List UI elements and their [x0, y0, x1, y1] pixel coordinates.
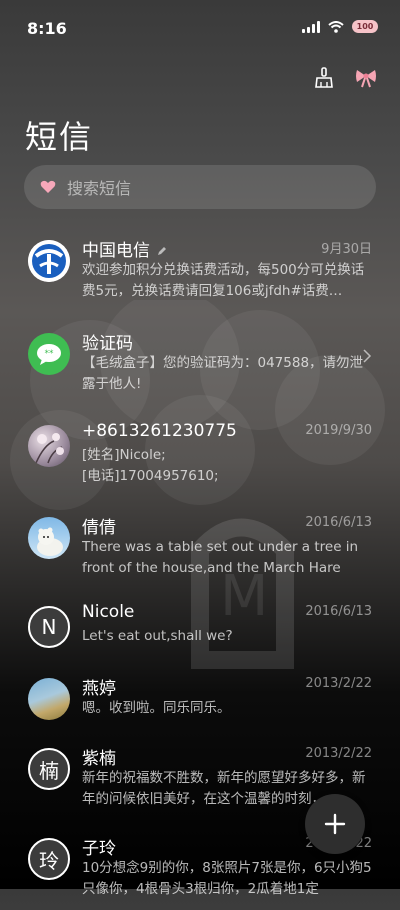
message-preview: [姓名]Nicole; [电话]17004957610; [82, 447, 219, 484]
message-date: 9月30日 [321, 242, 372, 257]
status-time: 8:16 [27, 19, 67, 38]
broom-icon[interactable] [310, 64, 338, 92]
contact-name: 紫楠 [82, 749, 116, 769]
contact-name: +8613261230775 [82, 421, 237, 441]
message-preview: 嗯。收到啦。同乐同乐。 [82, 700, 231, 716]
polar-bear-photo-avatar [28, 517, 70, 559]
new-message-button[interactable] [305, 794, 365, 854]
svg-text:**: ** [45, 349, 55, 359]
contact-name: 中国电信 [82, 236, 167, 261]
message-date: 2013/2/22 [305, 746, 372, 761]
message-date: 2016/6/13 [305, 604, 372, 619]
message-date: 2019/9/30 [305, 423, 372, 438]
page-title: 短信 [25, 118, 94, 156]
contact-name: Nicole [82, 602, 135, 622]
landscape-photo-avatar [28, 678, 70, 720]
search-placeholder: 搜索短信 [67, 179, 132, 198]
plus-icon [324, 813, 346, 835]
top-actions [310, 64, 380, 92]
conversation-row[interactable]: +8613261230775 2019/9/30 [姓名]Nicole; [电话… [0, 421, 400, 497]
message-preview: There was a table set out under a tree i… [82, 539, 359, 576]
contact-name: 燕婷 [82, 679, 116, 699]
blossom-photo-avatar [28, 425, 70, 467]
contact-name: 子玲 [82, 839, 116, 859]
contact-name: 验证码 [82, 334, 133, 354]
message-date: 2013/2/22 [305, 676, 372, 691]
status-icons: 100 [302, 20, 378, 33]
signal-icon [302, 20, 320, 33]
conversation-row[interactable]: 燕婷 2013/2/22 嗯。收到啦。同乐同乐。 [0, 674, 400, 750]
battery-indicator: 100 [352, 20, 378, 33]
letter-avatar: 楠 [28, 748, 70, 790]
message-preview: 10分想念9别的你，8张照片7张是你，6只小狗5只像你，4根骨头3根归你，2瓜着… [82, 860, 372, 897]
bow-icon[interactable] [352, 64, 380, 92]
letter-avatar: N [28, 606, 70, 648]
pencil-icon [158, 247, 167, 255]
message-date: 2016/6/13 [305, 515, 372, 530]
telecom-logo-avatar [28, 240, 70, 282]
message-preview: 【毛绒盒子】您的验证码为：047588，请勿泄露于他人! [82, 355, 364, 392]
message-preview: Let's eat out,shall we? [82, 628, 233, 644]
search-bar[interactable]: 搜索短信 [24, 165, 376, 209]
conversation-row[interactable]: N Nicole 2016/6/13 Let's eat out,shall w… [0, 602, 400, 678]
wifi-icon [328, 20, 344, 33]
heart-icon [40, 180, 56, 193]
conversation-row[interactable]: 中国电信 9月30日 欢迎参加积分兑换话费活动，每500分可兑换话费5元，兑换话… [0, 236, 400, 312]
letter-avatar: 玲 [28, 838, 70, 880]
status-bar: 8:16 100 [0, 0, 400, 50]
contact-name: 倩倩 [82, 518, 116, 538]
sms-bubble-avatar: ** [28, 333, 70, 375]
conversation-row[interactable]: ** 验证码 【毛绒盒子】您的验证码为：047588，请勿泄露于他人! [0, 329, 400, 405]
message-preview: 欢迎参加积分兑换话费活动，每500分可兑换话费5元，兑换话费请回复106或jfd… [82, 262, 365, 299]
conversation-row[interactable]: 倩倩 2016/6/13 There was a table set out u… [0, 513, 400, 589]
